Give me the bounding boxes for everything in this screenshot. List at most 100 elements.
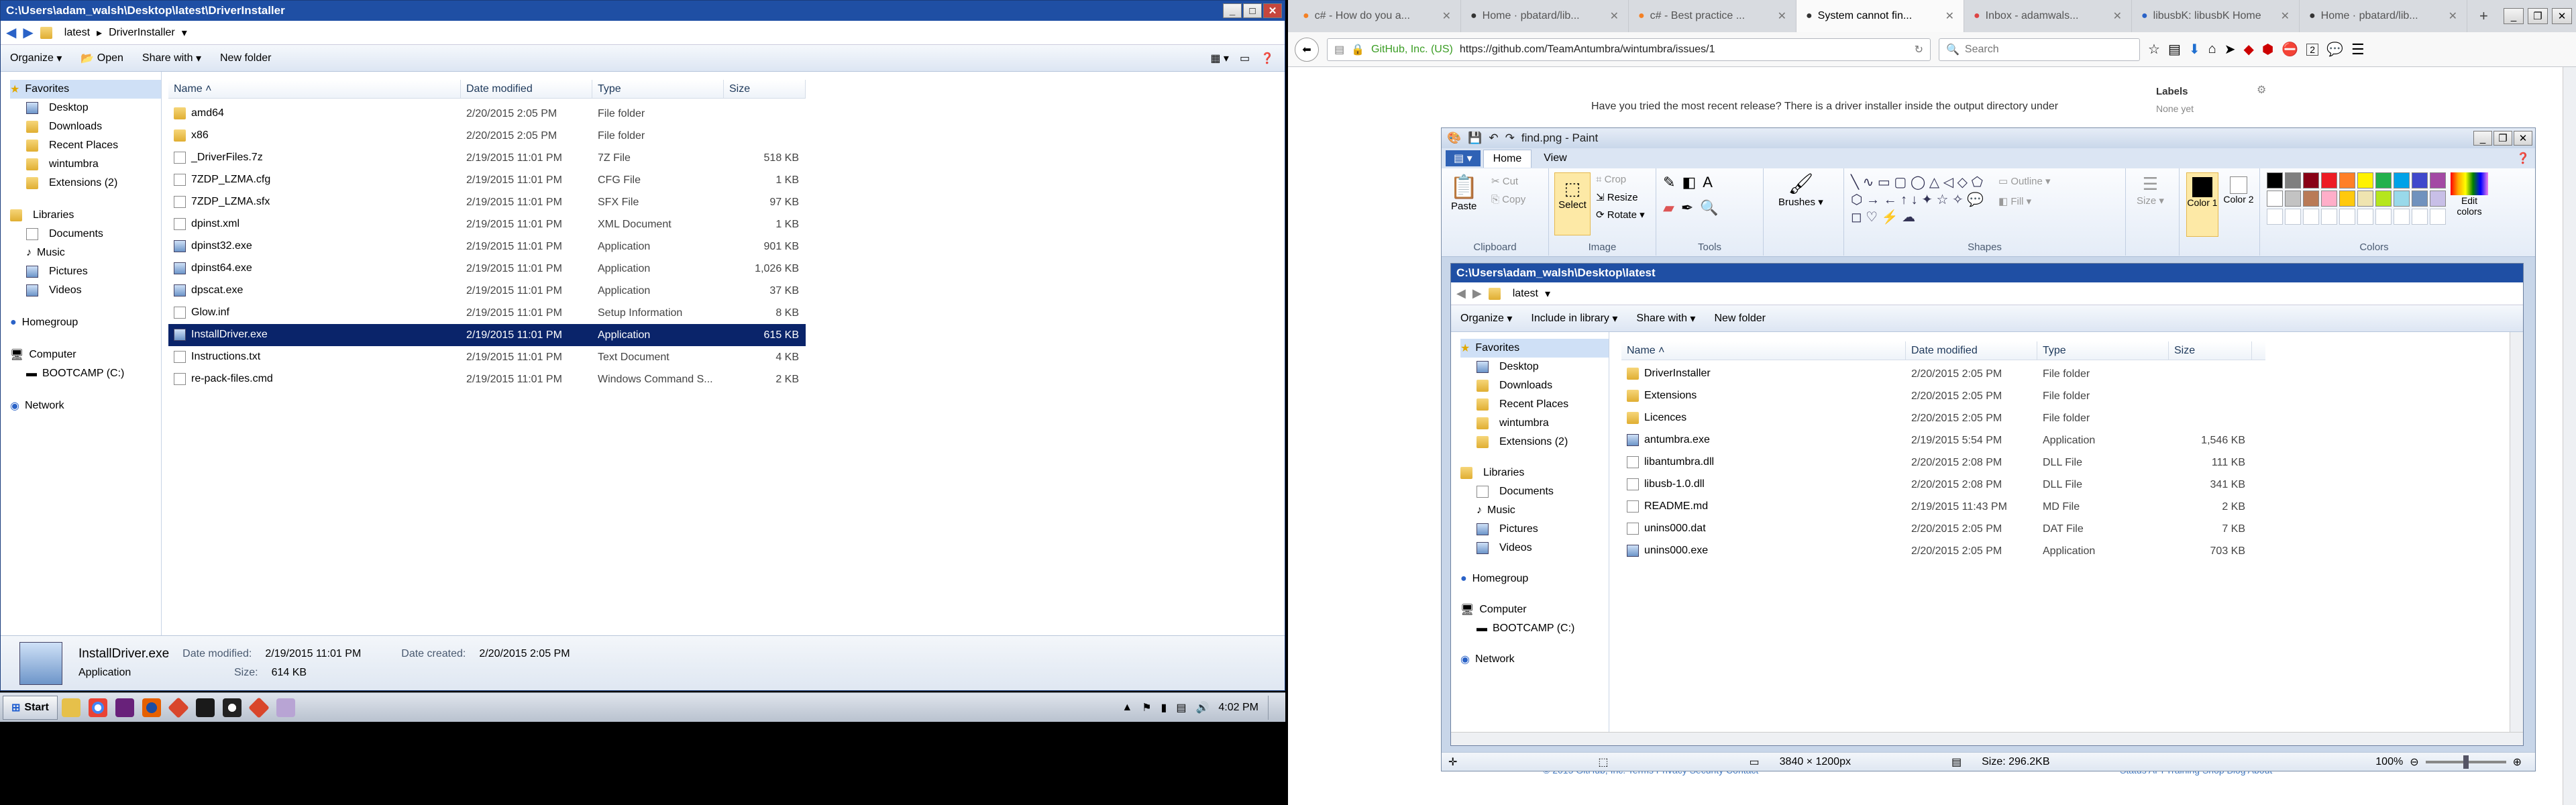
inner-nav-extensions[interactable]: Extensions (2) xyxy=(1460,433,1609,451)
inner-nav-bootcamp[interactable]: ▬ BOOTCAMP (C:) xyxy=(1460,619,1609,638)
fill-icon[interactable]: ◧ xyxy=(1682,174,1703,191)
palette-swatch[interactable] xyxy=(2394,191,2410,207)
crop-button[interactable]: ⌗ Crop xyxy=(1596,174,1626,185)
show-desktop-button[interactable] xyxy=(1268,695,1277,720)
palette-swatch[interactable] xyxy=(2394,172,2410,189)
chat-icon[interactable]: 💬 xyxy=(2326,41,2343,58)
palette-swatch[interactable] xyxy=(2357,191,2373,207)
custom-color-slot[interactable] xyxy=(2430,209,2446,225)
nav-bootcamp[interactable]: ▬ BOOTCAMP (C:) xyxy=(10,364,161,383)
chevron-down-icon[interactable]: ▾ xyxy=(1545,287,1550,301)
tab-view[interactable]: View xyxy=(1534,150,1576,167)
paint-close-button[interactable]: ✕ xyxy=(2514,131,2532,146)
file-row[interactable]: Licences 2/20/2015 2:05 PM File folder xyxy=(1621,407,2265,429)
palette-swatch[interactable] xyxy=(2339,172,2355,189)
file-row[interactable]: libantumbra.dll 2/20/2015 2:08 PM DLL File… xyxy=(1621,451,2265,474)
inner-share-with-button[interactable]: Share with ▾ xyxy=(1627,305,1705,331)
back-button[interactable]: ⬅ xyxy=(1295,37,1319,62)
preview-pane-icon[interactable]: ▭ xyxy=(1240,52,1250,65)
network-tray-icon[interactable]: ▤ xyxy=(1176,701,1186,714)
file-row[interactable]: x86 2/20/2015 2:05 PM File folder xyxy=(168,125,806,147)
include-in-library-button[interactable]: Include in library ▾ xyxy=(1521,305,1627,331)
start-button[interactable]: ⊞ Start xyxy=(3,695,58,720)
file-row[interactable]: libusb-1.0.dll 2/20/2015 2:08 PM DLL File 3… xyxy=(1621,474,2265,496)
eraser-icon[interactable]: ▰ xyxy=(1663,199,1681,216)
hamburger-menu-icon[interactable]: ☰ xyxy=(2351,41,2365,58)
share-icon[interactable]: ➤ xyxy=(2224,41,2236,58)
file-row[interactable]: unins000.exe 2/20/2015 2:05 PM Application… xyxy=(1621,540,2265,562)
nav-computer[interactable]: 🖥 Computer xyxy=(10,345,161,364)
fill-button[interactable]: ◧ Fill ▾ xyxy=(1998,195,2031,207)
palette-swatch[interactable] xyxy=(2267,172,2283,189)
clock[interactable]: 4:02 PM xyxy=(1218,702,1258,714)
inner-breadcrumb-latest[interactable]: latest xyxy=(1513,288,1538,300)
shapes-gallery[interactable]: ╲ ∿ ▭ ▢ ◯ △ ◁ ◇ ⬠ ⬡ → ← ↑ ↓ ✦ ☆ ✧ 💬 ◻ ♡ … xyxy=(1851,174,1985,226)
nav-music[interactable]: ♪ Music xyxy=(10,244,161,262)
file-row[interactable]: _DriverFiles.7z 2/19/2015 11:01 PM 7Z File… xyxy=(168,147,806,169)
palette-swatch[interactable] xyxy=(2303,191,2319,207)
url-text[interactable]: https://github.com/TeamAntumbra/wintumbr… xyxy=(1460,44,1715,56)
battery-icon[interactable]: ▮ xyxy=(1161,701,1167,714)
palette-swatch[interactable] xyxy=(2285,191,2301,207)
inner-nav-network[interactable]: ◉ Network xyxy=(1460,650,1609,669)
cut-button[interactable]: ✂ Cut xyxy=(1491,175,1518,187)
palette-swatch[interactable] xyxy=(2375,191,2392,207)
show-hidden-icons[interactable]: ▲ xyxy=(1122,702,1132,714)
home-icon[interactable]: ⌂ xyxy=(2208,42,2216,57)
edit-colors-button[interactable]: Edit colors xyxy=(2451,172,2488,217)
browser-tab[interactable]: ● Inbox - adamwals... ✕ xyxy=(1964,0,2132,32)
reader-icon[interactable]: ▤ xyxy=(1334,43,1344,56)
flag-icon[interactable]: ⚑ xyxy=(1142,701,1151,714)
file-row[interactable]: 7ZDP_LZMA.cfg 2/19/2015 11:01 PM CFG File 1… xyxy=(168,169,806,191)
github-taskbar-icon[interactable] xyxy=(222,698,241,717)
palette-swatch[interactable] xyxy=(2430,191,2446,207)
inner-nav-favorites[interactable]: ★ Favorites xyxy=(1460,339,1609,358)
file-row[interactable]: DriverInstaller 2/20/2015 2:05 PM File fol… xyxy=(1621,363,2265,385)
resize-button[interactable]: ⇲ Resize xyxy=(1596,191,1638,203)
file-row[interactable]: dpinst.xml 2/19/2015 11:01 PM XML Document… xyxy=(168,213,806,235)
close-button[interactable]: ✕ xyxy=(1263,3,1282,18)
file-row[interactable]: amd64 2/20/2015 2:05 PM File folder xyxy=(168,103,806,125)
file-row[interactable]: Instructions.txt 2/19/2015 11:01 PM Text D… xyxy=(168,346,806,368)
paint-help-icon[interactable]: ❓ xyxy=(2516,152,2535,165)
extension-icon[interactable]: ◆ xyxy=(2243,41,2253,58)
browser-tab[interactable]: ● Home · pbatard/lib... ✕ xyxy=(1461,0,1629,32)
close-tab-icon[interactable]: ✕ xyxy=(2281,9,2290,23)
nav-recent-places[interactable]: Recent Places xyxy=(10,136,161,155)
chevron-right-icon[interactable]: ▸ xyxy=(97,26,102,40)
browser-tab[interactable]: ● Home · pbatard/lib... ✕ xyxy=(2300,0,2467,32)
view-options-icon[interactable]: ▦ ▾ xyxy=(1210,52,1229,65)
browser-close-button[interactable]: ✕ xyxy=(2552,8,2572,24)
inner-nav-libraries[interactable]: Libraries xyxy=(1460,464,1609,482)
file-row[interactable]: 7ZDP_LZMA.sfx 2/19/2015 11:01 PM SFX File 9… xyxy=(168,191,806,213)
palette-swatch[interactable] xyxy=(2430,172,2446,189)
inner-nav-downloads[interactable]: Downloads xyxy=(1460,376,1609,395)
nav-documents[interactable]: Documents xyxy=(10,225,161,244)
palette-swatch[interactable] xyxy=(2267,191,2283,207)
palette-swatch[interactable] xyxy=(2285,172,2301,189)
close-tab-icon[interactable]: ✕ xyxy=(1442,9,1451,23)
rotate-button[interactable]: ⟳ Rotate ▾ xyxy=(1596,209,1645,221)
file-row[interactable]: README.md 2/19/2015 11:43 PM MD File 2 KB xyxy=(1621,496,2265,518)
palette-swatch[interactable] xyxy=(2375,172,2392,189)
custom-color-slot[interactable] xyxy=(2285,209,2301,225)
site-identity[interactable]: GitHub, Inc. (US) xyxy=(1371,44,1453,56)
file-row[interactable]: dpinst64.exe 2/19/2015 11:01 PM Applicatio… xyxy=(168,258,806,280)
chrome-taskbar-icon[interactable] xyxy=(88,698,107,717)
notification-badge[interactable]: 2 xyxy=(2306,43,2319,56)
nav-desktop[interactable]: Desktop xyxy=(10,99,161,117)
paint-restore-button[interactable]: ❐ xyxy=(2493,131,2512,146)
browser-restore-button[interactable]: ❐ xyxy=(2528,8,2548,24)
pencil-icon[interactable]: ✎ xyxy=(1663,174,1682,191)
file-row[interactable]: Extensions 2/20/2015 2:05 PM File folder xyxy=(1621,385,2265,407)
close-tab-icon[interactable]: ✕ xyxy=(1778,9,1786,23)
color2-button[interactable]: Color 2 xyxy=(2222,176,2255,205)
color-picker-icon[interactable]: ✒ xyxy=(1681,199,1700,216)
breadcrumb-driverinstaller[interactable]: DriverInstaller xyxy=(109,27,175,39)
console-taskbar-icon[interactable] xyxy=(195,698,215,717)
palette-swatch[interactable] xyxy=(2303,172,2319,189)
inner-nav-videos[interactable]: Videos xyxy=(1460,539,1609,557)
maximize-button[interactable]: □ xyxy=(1243,3,1262,18)
redo-icon[interactable]: ↷ xyxy=(1505,131,1515,145)
browser-tab[interactable]: ● libusbK: libusbK Home ✕ xyxy=(2132,0,2300,32)
